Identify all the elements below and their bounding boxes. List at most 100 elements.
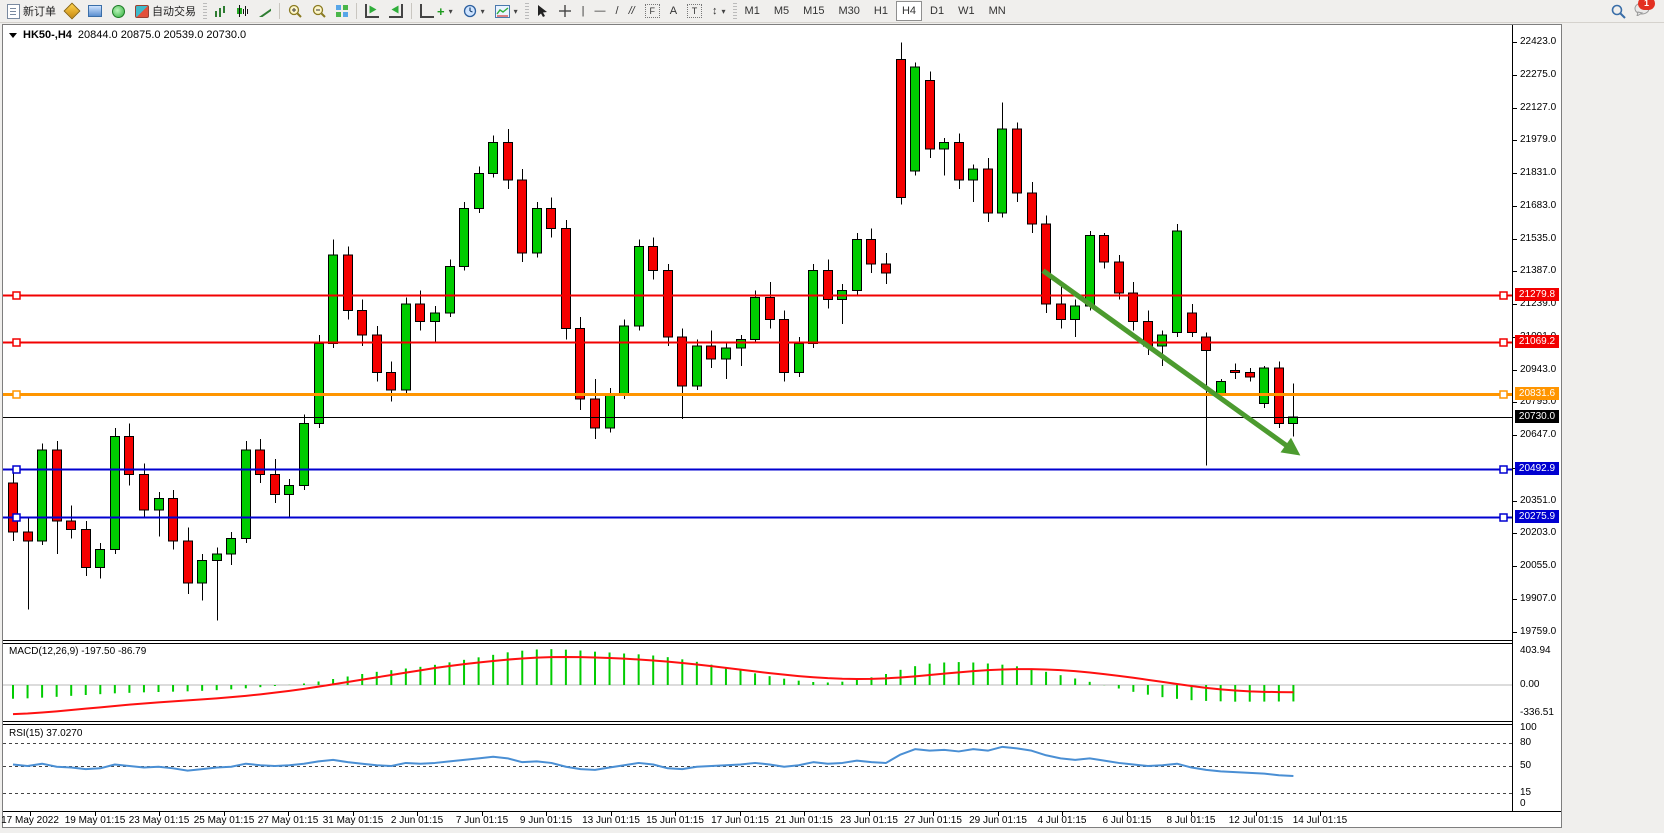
- price-tick: [1513, 271, 1517, 272]
- time-axis[interactable]: 17 May 202219 May 01:1523 May 01:1525 Ma…: [3, 812, 1561, 827]
- price-tick: [1513, 632, 1517, 633]
- time-tick-label: 2 Jun 01:15: [391, 815, 443, 826]
- price-axis[interactable]: 22423.022275.022127.021979.021831.021683…: [1513, 25, 1561, 811]
- timeframe-button-m30[interactable]: M30: [833, 1, 866, 21]
- line-handle[interactable]: [13, 466, 20, 473]
- candle-bear: [504, 142, 513, 180]
- pane-separator: [3, 724, 1561, 725]
- data-window-button[interactable]: [107, 0, 130, 22]
- toolbar-grip: [203, 3, 207, 19]
- chart-plot-area[interactable]: [3, 25, 1513, 811]
- time-tick-label: 17 Jun 01:15: [711, 815, 769, 826]
- new-order-button[interactable]: 新订单: [2, 0, 61, 22]
- candle-bear: [1246, 373, 1255, 377]
- zoom-in-icon: [288, 4, 302, 18]
- channel-button[interactable]: //: [624, 0, 640, 22]
- price-tick: [1513, 533, 1517, 534]
- time-tick-label: 15 Jun 01:15: [646, 815, 704, 826]
- timeframe-button-h1[interactable]: H1: [868, 1, 894, 21]
- line-handle[interactable]: [13, 514, 20, 521]
- price-tick: [1513, 173, 1517, 174]
- market-watch-button[interactable]: [83, 0, 107, 22]
- line-chart-button[interactable]: [253, 0, 276, 22]
- price-tick: [1513, 501, 1517, 502]
- timeframe-button-mn[interactable]: MN: [983, 1, 1012, 21]
- bar-chart-button[interactable]: [209, 0, 231, 22]
- line-handle[interactable]: [13, 292, 20, 299]
- chart-window: HK50-,H4 20844.0 20875.0 20539.0 20730.0…: [2, 24, 1562, 828]
- clock-icon: [463, 4, 477, 18]
- time-tick-label: 14 Jul 01:15: [1293, 815, 1348, 826]
- periods-button[interactable]: ▾: [458, 0, 490, 22]
- candlestick-chart-button[interactable]: [231, 0, 253, 22]
- zoom-out-button[interactable]: [307, 0, 331, 22]
- candle-bull: [853, 240, 862, 291]
- line-handle[interactable]: [1500, 292, 1507, 299]
- time-tick-label: 27 Jun 01:15: [904, 815, 962, 826]
- one-click-collapse-icon[interactable]: [9, 33, 17, 38]
- arrows-button[interactable]: ↕ ▾: [707, 0, 731, 22]
- zoom-in-button[interactable]: [283, 0, 307, 22]
- auto-trading-button[interactable]: 自动交易: [130, 0, 201, 22]
- candle-bear: [1188, 313, 1197, 333]
- price-level-badge: 20492.9: [1515, 462, 1559, 475]
- indicators-button[interactable]: + ▾: [415, 0, 458, 22]
- candle-bear: [1115, 262, 1124, 293]
- candle-bear: [24, 532, 33, 541]
- candle-bull: [998, 129, 1007, 213]
- search-icon[interactable]: [1611, 4, 1626, 19]
- line-handle[interactable]: [1500, 339, 1507, 346]
- candle-bull: [402, 304, 411, 390]
- candle-bear: [373, 335, 382, 373]
- trend-arrow[interactable]: [1043, 271, 1289, 448]
- price-level-badge: 20730.0: [1515, 410, 1559, 423]
- fibonacci-button[interactable]: F: [640, 0, 665, 22]
- candle-bull: [489, 142, 498, 173]
- trendline-button[interactable]: /: [611, 0, 624, 22]
- timeframe-button-m1[interactable]: M1: [739, 1, 766, 21]
- candle-bear: [1129, 293, 1138, 322]
- bar-chart-icon: [214, 5, 226, 17]
- tile-windows-button[interactable]: [331, 0, 353, 22]
- vertical-line-button[interactable]: |: [577, 0, 590, 22]
- candle-bear: [1013, 129, 1022, 193]
- candle-bull: [300, 423, 309, 485]
- chart-shift-icon: [389, 4, 403, 18]
- candle-bear: [867, 240, 876, 264]
- time-tick-label: 19 May 01:15: [65, 815, 126, 826]
- timeframe-button-d1[interactable]: D1: [924, 1, 950, 21]
- text-label-button[interactable]: T: [682, 0, 707, 22]
- text-button[interactable]: A: [665, 0, 682, 22]
- candle-bull: [315, 344, 324, 424]
- price-tick: [1513, 206, 1517, 207]
- line-handle[interactable]: [1500, 466, 1507, 473]
- line-handle[interactable]: [13, 391, 20, 398]
- price-tick-label: 21387.0: [1520, 265, 1556, 276]
- time-tick-label: 6 Jul 01:15: [1103, 815, 1152, 826]
- timeframe-button-m15[interactable]: M15: [797, 1, 830, 21]
- crosshair-button[interactable]: [553, 0, 577, 22]
- timeframe-button-h4[interactable]: H4: [896, 1, 922, 21]
- auto-scroll-button[interactable]: [360, 0, 384, 22]
- line-handle[interactable]: [13, 339, 20, 346]
- timeframe-button-m5[interactable]: M5: [768, 1, 795, 21]
- timeframe-button-w1[interactable]: W1: [952, 1, 981, 21]
- chart-shift-button[interactable]: [384, 0, 408, 22]
- candle-bear: [576, 328, 585, 399]
- candle-bull: [533, 209, 542, 253]
- candle-bull: [329, 255, 338, 344]
- templates-button[interactable]: ▾: [490, 0, 523, 22]
- profiles-button[interactable]: [61, 0, 83, 22]
- line-handle[interactable]: [1500, 514, 1507, 521]
- horizontal-line-button[interactable]: —: [590, 0, 611, 22]
- pane-separator[interactable]: [3, 721, 1561, 722]
- price-tick-label: 21979.0: [1520, 134, 1556, 145]
- candle-bear: [649, 246, 658, 270]
- cursor-button[interactable]: [531, 0, 553, 22]
- line-handle[interactable]: [1500, 391, 1507, 398]
- notifications-button[interactable]: 1: [1634, 2, 1650, 21]
- candle-bull: [198, 561, 207, 583]
- candle-bull: [227, 539, 236, 554]
- macd-axis-label: -336.51: [1520, 707, 1554, 718]
- pane-separator[interactable]: [3, 640, 1561, 641]
